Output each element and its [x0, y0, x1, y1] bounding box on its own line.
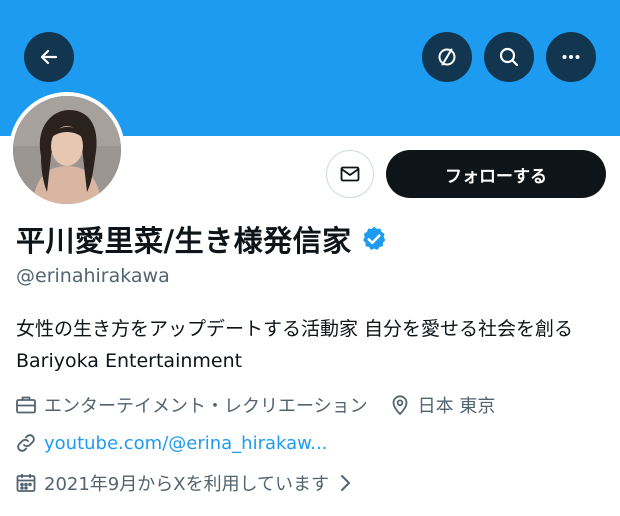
hide-button[interactable] [422, 32, 472, 82]
location-item: 日本 東京 [388, 392, 496, 418]
link-icon [17, 434, 35, 452]
avatar[interactable] [9, 92, 125, 208]
search-icon [499, 47, 519, 67]
follow-button[interactable]: フォローする [386, 150, 606, 198]
message-button[interactable] [326, 150, 374, 198]
link-row: youtube.com/@erina_hirakaw... [14, 431, 327, 455]
joined-row[interactable]: 2021年9月からXを利用しています [14, 470, 357, 496]
joined-label: 2021年9月からXを利用しています [44, 474, 330, 495]
person-photo-icon [13, 96, 121, 204]
user-handle: @erinahirakawa [16, 265, 170, 287]
hide-icon [438, 48, 456, 66]
location-pin-icon [392, 395, 408, 416]
briefcase-icon [16, 396, 36, 414]
location-label: 日本 東京 [417, 396, 496, 417]
display-name: 平川愛里菜/生き様発信家 [16, 224, 352, 258]
verified-badge-icon[interactable] [360, 225, 388, 253]
profile-photo [13, 96, 121, 204]
arrow-left-icon [40, 49, 58, 65]
calendar-icon [16, 474, 36, 492]
search-button[interactable] [484, 32, 534, 82]
more-button[interactable] [546, 32, 596, 82]
back-button[interactable] [24, 32, 74, 82]
category-label: エンターテイメント・レクリエーション [44, 396, 368, 417]
profile-meta-row: エンターテイメント・レクリエーション 日本 東京 [14, 392, 495, 418]
bio-text: 女性の生き方をアップデートする活動家 自分を愛せる社会を創る Bariyoka … [16, 318, 574, 372]
profile-link[interactable]: youtube.com/@erina_hirakaw... [44, 433, 327, 454]
envelope-icon [340, 166, 360, 182]
more-icon [562, 55, 580, 59]
category-item: エンターテイメント・レクリエーション [14, 392, 368, 418]
name-row: 平川愛里菜/生き様発信家 [16, 218, 388, 260]
chevron-right-icon [341, 475, 351, 491]
